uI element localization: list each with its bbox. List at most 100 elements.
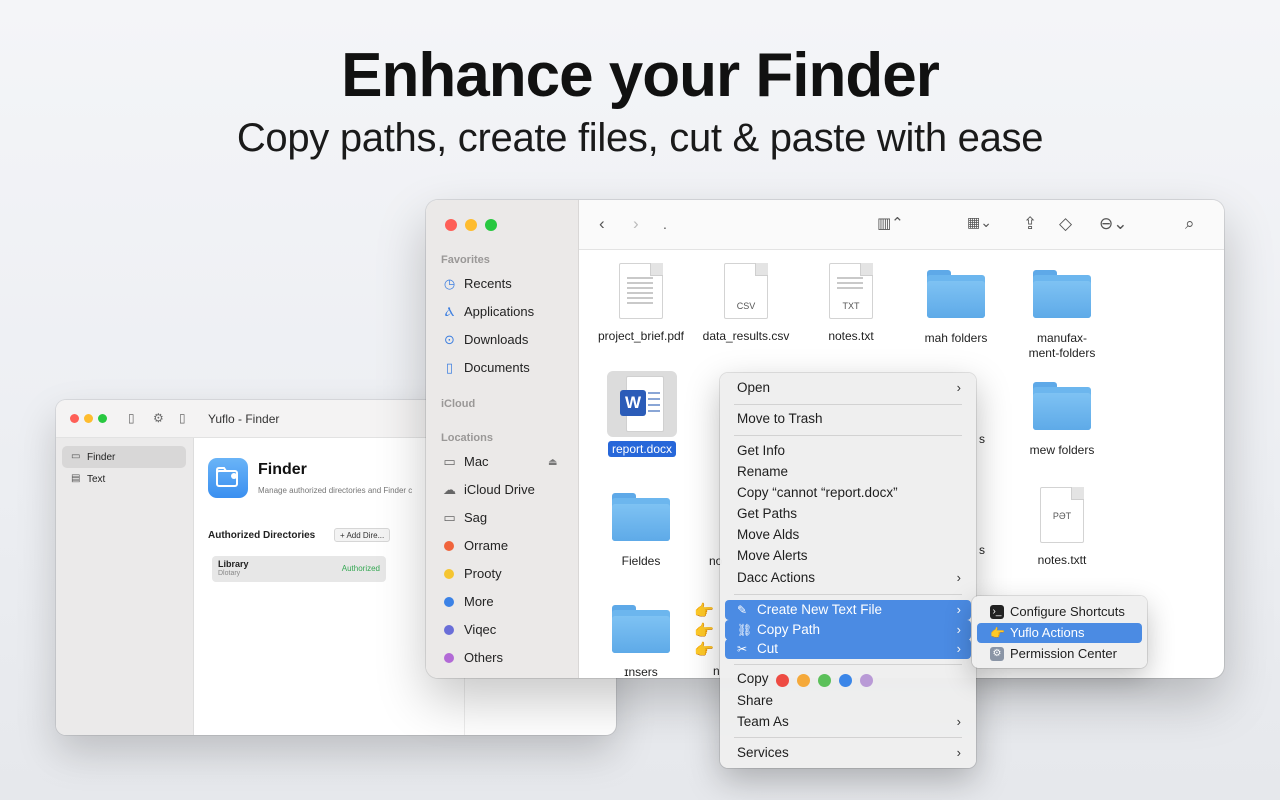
zoom-button[interactable] (98, 414, 107, 423)
file-item[interactable]: PƏT notes.txtt (1007, 487, 1117, 568)
file-item[interactable]: project_brief.pdf (586, 263, 696, 344)
group-icon[interactable]: ▦⌄ (967, 214, 992, 231)
tag-red-dot[interactable] (776, 674, 789, 687)
locations-header: Locations (441, 432, 493, 444)
folder-item[interactable]: mah folders (901, 270, 1011, 346)
menu-item-get-info[interactable]: Get Info (725, 441, 971, 461)
submenu-item-permission-center[interactable]: ⚙ Permission Center (977, 644, 1142, 664)
menu-item-copy-named[interactable]: Copy “cannot “report.docx” (725, 483, 971, 503)
file-item[interactable]: TXT notes.txt (796, 263, 906, 344)
sidebar-item-text[interactable]: ▤ Text (62, 468, 186, 490)
eject-icon[interactable]: ⏏ (548, 457, 557, 468)
sidebar-item-label: Recents (464, 276, 512, 291)
forward-chevron-icon[interactable]: › (633, 214, 639, 234)
menu-item-move-alds[interactable]: Move Alds (725, 525, 971, 545)
menu-separator (734, 435, 962, 436)
menu-item-open[interactable]: Open › (725, 378, 971, 398)
directory-subtitle: Dlotary (218, 570, 241, 577)
menu-item-label: Move Alds (737, 527, 800, 542)
path-label: . (663, 216, 667, 232)
zoom-button[interactable] (485, 219, 497, 231)
chevron-right-icon: › (956, 622, 961, 637)
sidebar-item-documents[interactable]: ▯ Documents (441, 360, 530, 376)
menu-item-cut[interactable]: ✂ Cut › (725, 639, 971, 659)
laptop-icon: ▭ (443, 454, 456, 469)
submenu-item-label: Yuflo Actions (1010, 625, 1085, 640)
file-item-partial[interactable]: no (679, 554, 722, 569)
close-button[interactable] (70, 414, 79, 423)
directory-row[interactable]: Library Dlotary Authorized (212, 556, 386, 582)
tag-blue-dot[interactable] (839, 674, 852, 687)
menu-item-rename[interactable]: Rename (725, 462, 971, 482)
search-icon[interactable]: ⌕ (1185, 214, 1195, 234)
menu-item-team-as[interactable]: Team As › (725, 712, 971, 732)
file-item[interactable]: CSV data_results.csv (691, 263, 801, 344)
menu-item-label: Copy (737, 671, 769, 686)
sidebar-item-mac[interactable]: ▭ Mac (441, 454, 488, 470)
sidebar-item-recents[interactable]: ◷ Recents (441, 276, 512, 292)
sidebar-item-downloads[interactable]: ⊙ Downloads (441, 332, 528, 348)
menu-item-label: Move to Trash (737, 411, 823, 426)
back-chevron-icon[interactable]: ‹ (599, 214, 605, 234)
sidebar-item-label: More (464, 594, 494, 609)
menu-item-label: Move Alerts (737, 548, 808, 563)
tag-orange-dot[interactable] (797, 674, 810, 687)
file-item-selected[interactable]: W report.docx (587, 376, 697, 457)
menu-item-copy[interactable]: Copy (725, 669, 769, 689)
tag-icon[interactable]: ◇ (1059, 214, 1072, 234)
sidebar-item-finder[interactable]: ▭ Finder (62, 446, 186, 468)
sidebar-tag-prooty[interactable]: Prooty (441, 566, 502, 581)
sidebar-tag-viqec[interactable]: Viqec (441, 622, 496, 637)
subheadline: Copy paths, create files, cut & paste wi… (236, 116, 1044, 160)
clock-icon: ◷ (443, 276, 456, 291)
menu-item-services[interactable]: Services › (725, 743, 971, 763)
tag-green-dot[interactable] (818, 674, 831, 687)
more-actions-icon[interactable]: ⊖⌄ (1099, 214, 1128, 234)
menu-item-dacc-actions[interactable]: Dacc Actions › (725, 568, 971, 588)
submenu-item-yuflo-actions[interactable]: 👉 Yuflo Actions (977, 623, 1142, 643)
file-ext: CSV (736, 301, 756, 311)
menu-item-move-alerts[interactable]: Move Alerts (725, 546, 971, 566)
tag-dot-icon (444, 625, 454, 635)
share-icon[interactable]: ⇪ (1023, 214, 1037, 234)
panel-icon[interactable]: ▯ (179, 411, 193, 425)
sidebar-tag-others[interactable]: Others (441, 650, 503, 665)
sidebar-item-label: iCloud Drive (464, 482, 535, 497)
chevron-right-icon: › (956, 380, 961, 395)
sidebar-tag-more[interactable]: More (441, 594, 494, 609)
gear-icon[interactable]: ⚙ (153, 411, 167, 425)
folder-item[interactable]: mew folders (1007, 382, 1117, 458)
folder-icon (1033, 270, 1091, 318)
folder-item[interactable]: manufax-ment-folders (1007, 270, 1117, 361)
minimize-button[interactable] (84, 414, 93, 423)
sidebar-item-icloud-drive[interactable]: ☁ iCloud Drive (441, 482, 535, 498)
folder-icon (927, 270, 985, 318)
column-view-icon[interactable]: ▥⌃ (877, 214, 904, 232)
file-item-partial[interactable]: n (679, 664, 720, 678)
minimize-button[interactable] (465, 219, 477, 231)
tag-purple-dot[interactable] (860, 674, 873, 687)
menu-item-create-new-text-file[interactable]: ✎ Create New Text File › (725, 600, 971, 620)
text-file-icon: ✎ (737, 603, 748, 617)
sidebar-item-sag[interactable]: ▭ Sag (441, 510, 487, 526)
doc-icon: ▤ (71, 473, 81, 484)
menu-separator (734, 664, 962, 665)
sidebar-toggle-icon[interactable]: ▯ (128, 411, 142, 425)
authorized-directories-header: Authorized Directories (208, 530, 316, 541)
add-directory-button[interactable]: + Add Dire... (334, 528, 391, 542)
menu-item-copy-path[interactable]: ⛓ Copy Path › (725, 620, 971, 640)
window-title: Yuflo - Finder (208, 412, 280, 426)
close-button[interactable] (445, 219, 457, 231)
menu-separator (734, 404, 962, 405)
menu-item-share[interactable]: Share (725, 691, 971, 711)
sidebar-item-applications[interactable]: Ⲁ Applications (441, 304, 534, 320)
finder-app-icon (208, 458, 248, 498)
tag-dot-icon (444, 653, 454, 663)
submenu-item-configure-shortcuts[interactable]: ›_ Configure Shortcuts (977, 602, 1142, 622)
yuflo-sidebar: ▭ Finder ▤ Text (56, 438, 194, 735)
menu-item-move-to-trash[interactable]: Move to Trash (725, 409, 971, 429)
sidebar-tag-orrame[interactable]: Orrame (441, 538, 508, 553)
menu-item-get-paths[interactable]: Get Paths (725, 504, 971, 524)
word-doc-icon: W (620, 376, 664, 432)
file-name: notes.txt (828, 329, 874, 343)
